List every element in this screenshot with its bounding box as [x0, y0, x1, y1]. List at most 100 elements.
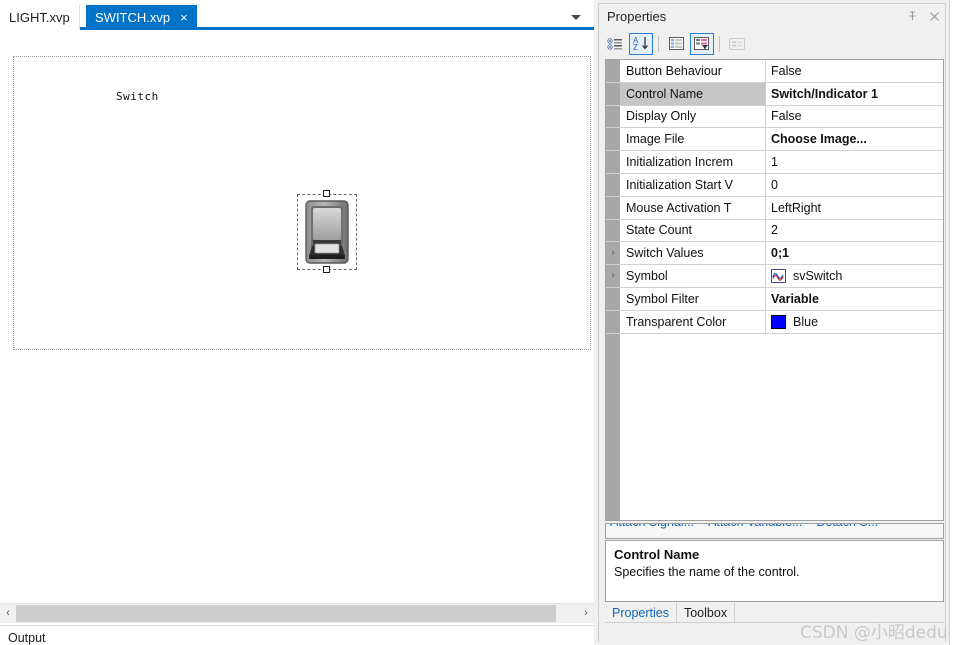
property-value-text: 2	[771, 223, 778, 238]
scroll-left-arrow-icon[interactable]: ‹	[0, 603, 16, 623]
attach-link[interactable]: Attach Variable...	[708, 524, 802, 529]
property-row[interactable]: State Count 2	[606, 219, 943, 243]
tab-label: Properties	[612, 605, 669, 620]
toolbar-separator	[658, 35, 659, 52]
design-canvas[interactable]: Switch	[13, 56, 591, 350]
row-gutter	[606, 151, 620, 173]
output-label: Output	[8, 631, 46, 645]
properties-panel-inner: Properties A Z Button Behaviour False Co…	[598, 3, 946, 645]
property-filter-button[interactable]	[690, 32, 714, 55]
property-name: Mouse Activation T	[620, 196, 766, 219]
property-row[interactable]: Mouse Activation T LeftRight	[606, 196, 943, 220]
property-row[interactable]: Button Behaviour False	[606, 60, 943, 83]
property-grid-rows: Button Behaviour False Control Name Switch/…	[606, 60, 943, 334]
property-value[interactable]: False	[766, 60, 943, 82]
property-row[interactable]: Initialization Increm 1	[606, 151, 943, 174]
property-row[interactable]: Symbol Filter Variable	[606, 287, 943, 311]
resize-handle-bottom[interactable]	[323, 266, 330, 273]
property-value[interactable]: False	[766, 105, 943, 128]
scrollbar-track[interactable]	[16, 603, 578, 623]
property-row[interactable]: › Symbol svSwitch	[606, 265, 943, 288]
canvas-area: Switch	[0, 33, 594, 603]
property-value[interactable]: 1	[766, 151, 943, 173]
switch-text-label: Switch	[116, 90, 159, 103]
property-value[interactable]: 2	[766, 219, 943, 242]
expand-arrow-icon[interactable]: ›	[606, 242, 620, 265]
property-row[interactable]: › Switch Values 0;1	[606, 242, 943, 266]
close-icon[interactable]: ×	[180, 11, 188, 24]
attach-links-strip[interactable]: Attach Signal... Attach Variable... Detach…	[605, 523, 944, 539]
property-name: Initialization Start V	[620, 173, 766, 196]
tab-label: SWITCH.xvp	[95, 10, 171, 25]
properties-panel: Properties A Z Button Behaviour False Co…	[594, 0, 953, 645]
attach-link[interactable]: Detach S...	[816, 524, 878, 529]
property-value[interactable]: Switch/Indicator 1	[766, 82, 943, 105]
property-row[interactable]: Initialization Start V 0	[606, 173, 943, 197]
property-name: Control Name	[620, 82, 766, 105]
document-tab-bar: LIGHT.xvp SWITCH.xvp ×	[0, 5, 594, 30]
property-value-text: False	[771, 109, 802, 124]
property-row[interactable]: Control Name Switch/Indicator 1	[606, 82, 943, 106]
description-title: Control Name	[614, 547, 700, 562]
property-name: Switch Values	[620, 242, 766, 265]
tab-switch-xvp[interactable]: SWITCH.xvp ×	[86, 5, 197, 30]
property-row[interactable]: Transparent Color Blue	[606, 310, 943, 334]
property-value-text: Variable	[771, 291, 819, 306]
property-value[interactable]: LeftRight	[766, 196, 943, 219]
property-name: Image File	[620, 128, 766, 151]
property-grid[interactable]: Button Behaviour False Control Name Switch/…	[605, 59, 944, 521]
property-name: Symbol	[620, 265, 766, 287]
tab-toolbox[interactable]: Toolbox	[676, 603, 736, 622]
application-window: · · · · · LIGHT.xvp SWITCH.xvp ×	[0, 0, 953, 645]
property-value-text: Blue	[793, 314, 819, 329]
property-value[interactable]: 0	[766, 173, 943, 196]
row-gutter	[606, 82, 620, 105]
property-value-text: Choose Image...	[771, 132, 867, 147]
svg-text:Z: Z	[633, 43, 638, 51]
attach-links-list: Attach Signal... Attach Variable... Detach…	[610, 524, 878, 529]
property-description-pane: Control Name Specifies the name of the c…	[605, 540, 944, 602]
tab-properties[interactable]: Properties	[605, 603, 677, 622]
property-name: Transparent Color	[620, 310, 766, 333]
property-row[interactable]: Display Only False	[606, 105, 943, 129]
expand-arrow-icon[interactable]: ›	[606, 265, 620, 287]
property-name: Display Only	[620, 105, 766, 128]
tab-light-xvp[interactable]: LIGHT.xvp	[0, 5, 80, 30]
resize-handle-top[interactable]	[323, 190, 330, 197]
attach-link[interactable]: Attach Signal...	[610, 524, 694, 529]
editor-region: LIGHT.xvp SWITCH.xvp × Switch ‹ › Output	[0, 5, 594, 645]
rocker-switch-graphic	[305, 200, 349, 264]
horizontal-scrollbar[interactable]: ‹ ›	[0, 603, 594, 623]
close-icon[interactable]	[923, 6, 945, 28]
row-gutter	[606, 196, 620, 219]
description-text: Specifies the name of the control.	[614, 565, 800, 579]
properties-toolbar: A Z	[599, 31, 945, 56]
property-name: Symbol Filter	[620, 287, 766, 310]
row-gutter	[606, 128, 620, 151]
property-value-text: svSwitch	[793, 269, 843, 284]
property-value-text: Switch/Indicator 1	[771, 86, 878, 101]
property-value-text: 0	[771, 177, 778, 192]
property-value-text: LeftRight	[771, 200, 822, 215]
property-row[interactable]: Image File Choose Image...	[606, 128, 943, 152]
property-value[interactable]: Blue	[766, 310, 943, 333]
property-value[interactable]: Variable	[766, 287, 943, 310]
waveform-icon	[771, 269, 786, 284]
alphabetical-sort-button[interactable]: A Z	[629, 32, 653, 55]
window-right-edge	[949, 0, 953, 645]
property-value-text: 1	[771, 155, 778, 170]
scrollbar-thumb[interactable]	[16, 604, 556, 622]
property-pages-button[interactable]	[664, 33, 688, 55]
property-value[interactable]: 0;1	[766, 242, 943, 265]
chevron-down-icon	[571, 15, 581, 20]
output-panel-header[interactable]: Output	[0, 625, 594, 645]
categorized-button[interactable]	[603, 33, 627, 55]
tab-list-dropdown-button[interactable]	[566, 5, 586, 30]
property-name: Button Behaviour	[620, 60, 766, 82]
toolbar-separator	[719, 35, 720, 52]
scroll-right-arrow-icon[interactable]: ›	[578, 603, 594, 623]
property-value[interactable]: svSwitch	[766, 265, 943, 287]
property-value[interactable]: Choose Image...	[766, 128, 943, 151]
pin-icon[interactable]	[901, 6, 923, 28]
property-events-button[interactable]	[725, 33, 749, 55]
